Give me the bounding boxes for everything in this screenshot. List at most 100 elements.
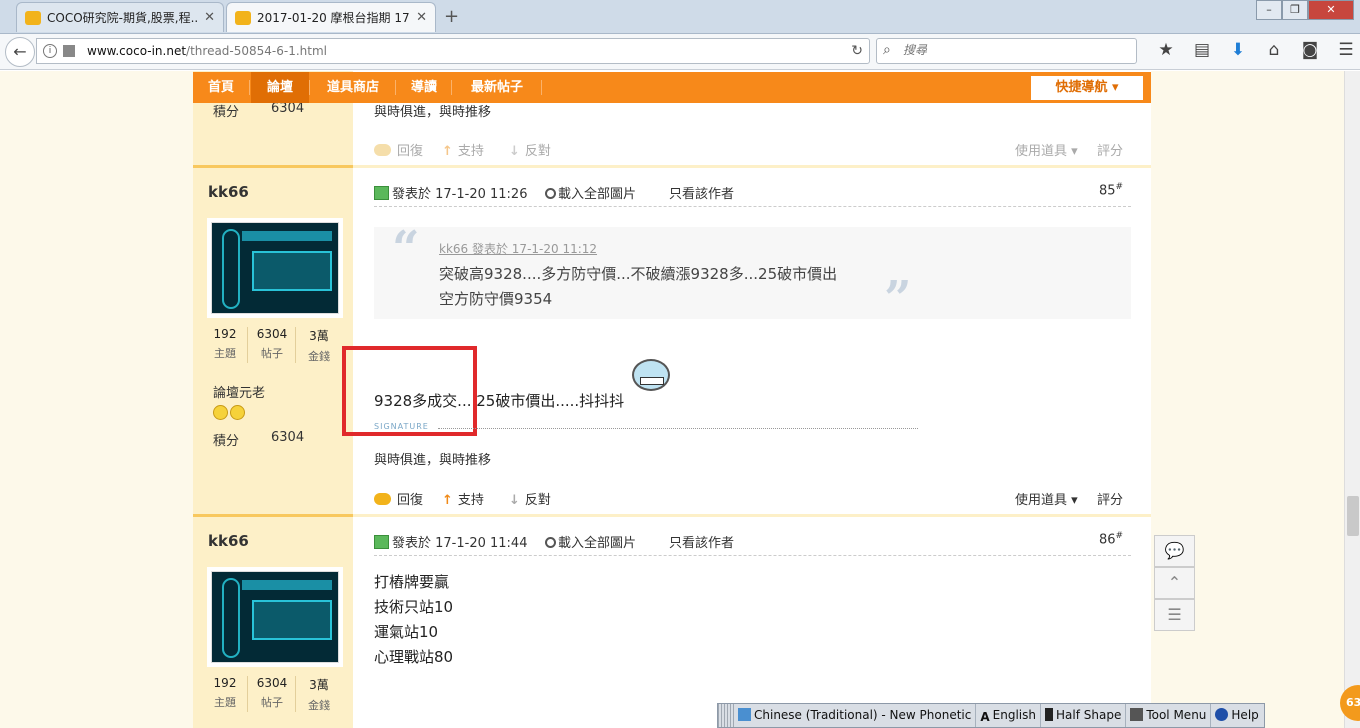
reply-button[interactable]: 回復 — [374, 140, 423, 159]
menu-icon[interactable]: ☰ — [1328, 40, 1360, 60]
stat-value: 3萬 — [309, 329, 329, 343]
quote-line: 突破高9328....多方防守價...不破續漲9328多...25破市價出 — [439, 265, 838, 283]
smiley-icon — [230, 405, 245, 420]
post-date-text: 發表於 17-1-20 11:26 — [392, 187, 528, 202]
load-images-link[interactable]: 載入全部圖片 — [545, 532, 636, 551]
home-icon[interactable]: ⌂ — [1256, 40, 1292, 60]
stat-topics[interactable]: 192 主題 — [202, 676, 248, 710]
stat-topics[interactable]: 192 主題 — [202, 327, 248, 361]
tab-strip: COCO研究院-期貨,股票,程... ✕ 2017-01-20 摩根台指期 17… — [0, 0, 1360, 34]
search-icon: ⌕ — [883, 42, 891, 58]
back-button[interactable]: ← — [5, 37, 35, 67]
page-icon — [63, 45, 75, 57]
points-label: 積分 — [213, 105, 240, 120]
stat-posts[interactable]: 6304 帖子 — [249, 676, 295, 710]
reading-list-icon[interactable]: ▤ — [1184, 40, 1220, 60]
stat-label: 金錢 — [308, 699, 330, 712]
oppose-button[interactable]: ↓ 反對 — [509, 489, 551, 508]
use-item-button[interactable]: 使用道具 ▾ — [1015, 140, 1078, 159]
support-button[interactable]: ↑ 支持 — [442, 489, 484, 508]
post-body-line: 打樁牌要贏 — [374, 573, 450, 591]
new-tab-button[interactable]: + — [444, 6, 459, 27]
comment-icon[interactable]: 💬 — [1154, 535, 1195, 567]
ime-shape-label: Half Shape — [1056, 708, 1122, 722]
post-date: 發表於 17-1-20 11:44 — [374, 532, 527, 551]
back-to-top-icon[interactable]: ⌃ — [1154, 567, 1195, 599]
rate-button[interactable]: 評分 — [1097, 140, 1123, 159]
url-domain: www.coco-in.net — [87, 44, 187, 58]
reload-icon[interactable]: ↻ — [851, 43, 863, 59]
tab-thread[interactable]: 2017-01-20 摩根台指期 170... ✕ — [226, 2, 436, 32]
ime-mode-button[interactable]: A English — [976, 704, 1041, 727]
close-tab-icon[interactable]: ✕ — [416, 10, 427, 25]
info-icon[interactable]: i — [43, 44, 57, 58]
rate-button[interactable]: 評分 — [1097, 489, 1123, 508]
reply-icon — [374, 144, 391, 156]
quote-author-link[interactable]: kk66 發表於 17-1-20 11:12 — [439, 240, 597, 257]
floor-value: 85 — [1099, 183, 1116, 199]
stat-money[interactable]: 3萬 金錢 — [296, 676, 342, 713]
close-tab-icon[interactable]: ✕ — [204, 10, 215, 25]
only-author-link[interactable]: 只看該作者 — [669, 532, 734, 551]
scrollbar-thumb[interactable] — [1347, 496, 1359, 536]
bookmark-star-icon[interactable]: ★ — [1148, 40, 1184, 60]
stat-separator — [247, 327, 248, 363]
ime-language-bar: Chinese (Traditional) - New Phonetic A En… — [717, 703, 1265, 728]
open-quote-icon: “ — [392, 221, 420, 277]
download-icon[interactable]: ⬇ — [1220, 40, 1256, 60]
page-content: 積分 6304 與時俱進，與時推移 回復 ↑ 支持 ↓ 反對 使用道具 ▾ 評分 k… — [0, 71, 1360, 728]
forum-nav: 首頁 論壇 道具商店 導讀 最新帖子 快捷導航 ▾ — [193, 72, 1151, 103]
floor-number[interactable]: 85# — [1099, 182, 1123, 198]
avatar[interactable] — [211, 222, 339, 314]
search-box[interactable]: ⌕ — [876, 38, 1137, 64]
stat-label: 主題 — [214, 696, 236, 709]
ime-tool-menu-button[interactable]: Tool Menu — [1126, 704, 1212, 727]
magnifier-icon — [545, 188, 556, 199]
quick-nav-button[interactable]: 快捷導航 ▾ — [1031, 76, 1143, 100]
search-input[interactable] — [903, 43, 1123, 57]
minimize-button[interactable]: – — [1256, 0, 1282, 20]
load-images-link[interactable]: 載入全部圖片 — [545, 183, 636, 202]
avatar[interactable] — [211, 571, 339, 663]
reply-button[interactable]: 回復 — [374, 489, 423, 508]
nav-separator — [451, 80, 452, 95]
post-date: 發表於 17-1-20 11:26 — [374, 183, 527, 202]
drag-handle[interactable] — [718, 704, 734, 727]
nav-forum[interactable]: 論壇 — [251, 72, 309, 103]
floor-number[interactable]: 86# — [1099, 531, 1123, 547]
restore-button[interactable]: ❐ — [1282, 0, 1308, 20]
oppose-label: 反對 — [524, 493, 551, 508]
pocket-icon[interactable]: ◙ — [1292, 40, 1328, 60]
online-status-icon — [374, 186, 389, 200]
nav-separator — [309, 80, 310, 95]
oppose-label: 反對 — [524, 144, 551, 159]
oppose-button[interactable]: ↓ 反對 — [509, 140, 551, 159]
use-item-button[interactable]: 使用道具 ▾ — [1015, 489, 1078, 508]
stat-money[interactable]: 3萬 金錢 — [296, 327, 342, 364]
stat-label: 主題 — [214, 347, 236, 360]
page-scrollbar[interactable] — [1344, 71, 1360, 728]
tab-coco[interactable]: COCO研究院-期貨,股票,程... ✕ — [16, 2, 224, 32]
url-bar[interactable]: i www.coco-in.net/thread-50854-6-1.html … — [36, 38, 870, 64]
author-name[interactable]: kk66 — [208, 532, 249, 550]
nav-latest[interactable]: 最新帖子 — [453, 72, 541, 103]
window-controls: – ❐ ✕ — [1256, 0, 1354, 20]
ime-language-button[interactable]: Chinese (Traditional) - New Phonetic — [734, 704, 977, 727]
ime-shape-button[interactable]: Half Shape — [1041, 704, 1127, 727]
header-divider — [374, 206, 1131, 207]
toolbar-icons: ★ ▤ ⬇ ⌂ ◙ ☰ — [1148, 40, 1360, 60]
mode-a-icon: A — [980, 710, 990, 724]
support-button[interactable]: ↑ 支持 — [442, 140, 484, 159]
only-author-link[interactable]: 只看該作者 — [669, 183, 734, 202]
author-name[interactable]: kk66 — [208, 183, 249, 201]
ime-help-button[interactable]: Help — [1211, 704, 1262, 727]
nav-guide[interactable]: 導讀 — [397, 72, 451, 103]
url-text[interactable]: www.coco-in.net/thread-50854-6-1.html — [87, 44, 327, 58]
close-window-button[interactable]: ✕ — [1308, 0, 1354, 20]
list-icon[interactable]: ☰ — [1154, 599, 1195, 631]
ime-mode-label: English — [992, 708, 1036, 722]
nav-home[interactable]: 首頁 — [193, 72, 249, 103]
stat-posts[interactable]: 6304 帖子 — [249, 327, 295, 361]
nav-shop[interactable]: 道具商店 — [311, 72, 395, 103]
online-status-icon — [374, 535, 389, 549]
